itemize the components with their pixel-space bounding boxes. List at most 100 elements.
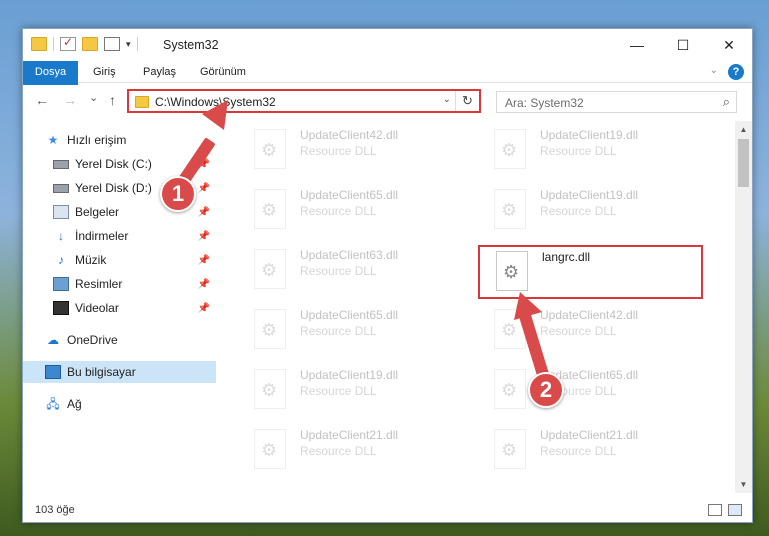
sidebar-item-quick-access[interactable]: ★ Hızlı erişim bbox=[23, 129, 216, 151]
divider bbox=[53, 37, 54, 51]
scroll-up-icon[interactable]: ▲ bbox=[735, 121, 752, 138]
properties-check-icon[interactable] bbox=[60, 35, 76, 51]
maximize-button[interactable]: ☐ bbox=[660, 29, 706, 61]
qat-dropdown-icon[interactable]: ▾ bbox=[126, 39, 131, 50]
file-name: UpdateClient19.dll bbox=[540, 188, 639, 202]
sidebar-item-label: Müzik bbox=[75, 253, 107, 267]
sidebar-item-label: Yerel Disk (D:) bbox=[75, 181, 152, 195]
sidebar-item-downloads[interactable]: ↓ İndirmeler 📌 bbox=[23, 225, 216, 247]
new-folder-icon[interactable] bbox=[82, 37, 98, 51]
file-name: langrc.dll bbox=[542, 250, 591, 264]
sidebar-item-pictures[interactable]: Resimler 📌 bbox=[23, 273, 216, 295]
search-placeholder: Ara: System32 bbox=[505, 96, 584, 110]
sidebar-item-music[interactable]: ♪ Müzik 📌 bbox=[23, 249, 216, 271]
address-dropdown-icon[interactable]: ⌄ bbox=[443, 94, 451, 105]
annotation-arrowhead-1 bbox=[202, 100, 228, 130]
folder-icon bbox=[135, 96, 149, 108]
scroll-thumb[interactable] bbox=[738, 139, 749, 187]
file-item[interactable]: ⚙ UpdateClient42.dll Resource DLL bbox=[238, 125, 463, 179]
sidebar-item-label: Resimler bbox=[75, 277, 123, 291]
file-name: UpdateClient19.dll bbox=[300, 368, 399, 382]
recent-locations-icon[interactable]: ⌄ bbox=[89, 91, 98, 104]
annotation-arrowhead-2 bbox=[514, 292, 542, 320]
file-name: UpdateClient65.dll bbox=[300, 308, 399, 322]
sidebar-item-label: Ağ bbox=[67, 397, 82, 411]
chevron-down-icon[interactable]: ⌄ bbox=[710, 65, 718, 76]
computer-icon bbox=[45, 365, 61, 379]
dll-file-icon: ⚙ bbox=[254, 129, 286, 169]
close-button[interactable]: ✕ bbox=[706, 29, 752, 61]
dll-file-icon: ⚙ bbox=[254, 189, 286, 229]
minimize-button[interactable]: — bbox=[614, 29, 660, 61]
dll-file-icon: ⚙ bbox=[254, 249, 286, 289]
address-bar[interactable]: C:\Windows\System32 ⌄ ↻ bbox=[127, 89, 481, 113]
status-bar: 103 öğe bbox=[23, 500, 752, 522]
file-item[interactable]: ⚙ UpdateClient21.dll Resource DLL bbox=[238, 425, 463, 479]
file-name: UpdateClient65.dll bbox=[300, 188, 399, 202]
sidebar-item-label: Videolar bbox=[75, 301, 119, 315]
sidebar-item-label: Hızlı erişim bbox=[67, 133, 127, 147]
file-item[interactable]: ⚙ UpdateClient65.dll Resource DLL bbox=[238, 185, 463, 239]
file-name: UpdateClient21.dll bbox=[300, 428, 399, 442]
sidebar-item-label: Belgeler bbox=[75, 205, 120, 219]
file-name: UpdateClient42.dll bbox=[300, 128, 399, 142]
sidebar-item-network[interactable]: 🖧 Ağ bbox=[23, 393, 216, 415]
sidebar-item-label: OneDrive bbox=[67, 333, 118, 347]
pin-icon[interactable]: 📌 bbox=[198, 303, 210, 314]
search-input[interactable]: Ara: System32 ⌕ bbox=[496, 91, 737, 113]
search-icon[interactable]: ⌕ bbox=[723, 94, 730, 110]
dll-file-icon: ⚙ bbox=[494, 429, 526, 469]
dll-file-icon: ⚙ bbox=[254, 309, 286, 349]
ribbon-tabs: Dosya Giriş Paylaş Görünüm ⌄ ? bbox=[23, 61, 752, 115]
divider bbox=[136, 37, 138, 51]
file-type: Resource DLL bbox=[300, 144, 377, 158]
refresh-icon[interactable]: ↻ bbox=[455, 91, 479, 111]
file-item[interactable]: ⚙ UpdateClient19.dll Resource DLL bbox=[478, 185, 703, 239]
file-item[interactable]: ⚙ UpdateClient21.dll Resource DLL bbox=[478, 425, 703, 479]
dll-file-icon: ⚙ bbox=[494, 369, 526, 409]
quick-access-toolbar: ▾ bbox=[31, 35, 138, 51]
sidebar-item-this-pc[interactable]: Bu bilgisayar bbox=[23, 361, 216, 383]
title-bar: ▾ System32 — ☐ ✕ bbox=[23, 29, 752, 61]
step-2-badge: 2 bbox=[528, 372, 564, 408]
file-item[interactable]: ⚙ UpdateClient65.dll Resource DLL bbox=[238, 305, 463, 359]
videos-icon bbox=[53, 301, 69, 315]
help-icon[interactable]: ? bbox=[728, 64, 744, 80]
vertical-scrollbar[interactable]: ▲ ▼ bbox=[735, 121, 752, 493]
file-item[interactable]: ⚙ UpdateClient65.dll Resource DLL bbox=[478, 365, 703, 419]
folder-icon bbox=[31, 37, 47, 51]
tab-home[interactable]: Giriş bbox=[81, 61, 128, 83]
explorer-window: ▾ System32 — ☐ ✕ Dosya Giriş Paylaş Görü… bbox=[22, 28, 753, 523]
file-type: Resource DLL bbox=[540, 444, 617, 458]
file-type: Resource DLL bbox=[300, 264, 377, 278]
scroll-down-icon[interactable]: ▼ bbox=[735, 476, 752, 493]
pin-icon[interactable]: 📌 bbox=[198, 207, 210, 218]
sidebar-item-label: Yerel Disk (C:) bbox=[75, 157, 152, 171]
pin-icon[interactable]: 📌 bbox=[198, 183, 210, 194]
tab-view[interactable]: Görünüm bbox=[188, 61, 258, 83]
file-item[interactable]: ⚙ UpdateClient19.dll Resource DLL bbox=[238, 365, 463, 419]
music-icon: ♪ bbox=[58, 253, 64, 267]
forward-arrow-icon[interactable]: → bbox=[63, 92, 77, 108]
large-icons-view-icon[interactable] bbox=[728, 504, 742, 516]
customize-icon[interactable] bbox=[104, 37, 120, 51]
pin-icon[interactable]: 📌 bbox=[198, 231, 210, 242]
file-type: Resource DLL bbox=[540, 144, 617, 158]
sidebar-item-videos[interactable]: Videolar 📌 bbox=[23, 297, 216, 319]
cloud-icon: ☁ bbox=[47, 333, 59, 347]
tab-share[interactable]: Paylaş bbox=[131, 61, 188, 83]
file-name: UpdateClient19.dll bbox=[540, 128, 639, 142]
download-icon: ↓ bbox=[58, 229, 64, 243]
file-item[interactable]: ⚙ UpdateClient19.dll Resource DLL bbox=[478, 125, 703, 179]
sidebar-item-label: Bu bilgisayar bbox=[67, 365, 136, 379]
pin-icon[interactable]: 📌 bbox=[198, 279, 210, 290]
sidebar-item-onedrive[interactable]: ☁ OneDrive bbox=[23, 329, 216, 351]
step-1-badge: 1 bbox=[160, 176, 196, 212]
star-icon: ★ bbox=[47, 133, 59, 147]
back-arrow-icon[interactable]: ← bbox=[35, 92, 49, 108]
details-view-icon[interactable] bbox=[708, 504, 722, 516]
pin-icon[interactable]: 📌 bbox=[198, 255, 210, 266]
up-arrow-icon[interactable]: ↑ bbox=[109, 92, 116, 108]
file-item[interactable]: ⚙ UpdateClient63.dll Resource DLL bbox=[238, 245, 463, 299]
file-type: Resource DLL bbox=[300, 204, 377, 218]
